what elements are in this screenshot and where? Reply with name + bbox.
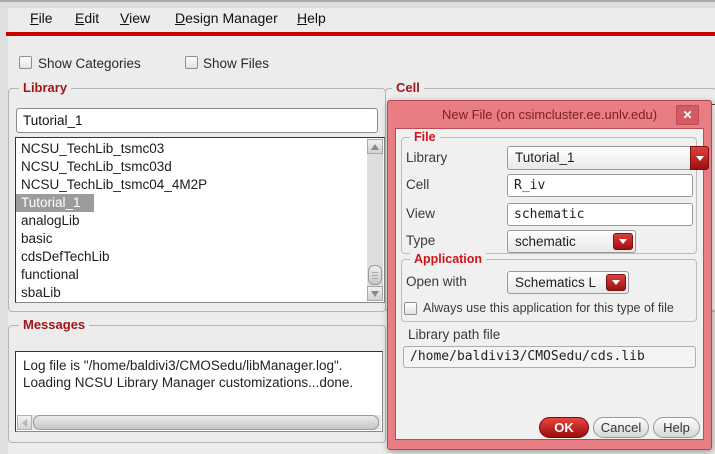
- view-input[interactable]: schematic: [507, 203, 693, 226]
- message-line: Log file is "/home/baldivi3/CMOSedu/libM…: [16, 357, 382, 374]
- scroll-left-button[interactable]: [17, 415, 32, 430]
- show-categories-checkbox[interactable]: [19, 56, 32, 69]
- library-list[interactable]: NCSU_TechLib_tsmc03 NCSU_TechLib_tsmc03d…: [15, 137, 385, 303]
- cell-field-label: Cell: [406, 177, 429, 192]
- open-with-combo-button[interactable]: [606, 274, 626, 291]
- library-field-label: Library: [406, 150, 447, 165]
- list-item[interactable]: NCSU_TechLib_tsmc03d: [16, 158, 367, 176]
- file-group-title: File: [410, 130, 440, 144]
- show-files-checkbox[interactable]: [185, 56, 198, 69]
- type-combo-button[interactable]: [613, 233, 633, 250]
- scroll-down-button[interactable]: [367, 286, 383, 301]
- dialog-content: File Library Tutorial_1 Cell R_iv View s…: [395, 128, 704, 440]
- menu-accent-line: [6, 32, 715, 36]
- window-left-frame: [0, 8, 8, 454]
- list-item[interactable]: functional: [16, 266, 367, 284]
- cell-panel-title: Cell: [392, 80, 424, 95]
- show-files-label: Show Files: [203, 56, 269, 71]
- messages-panel: Messages Log file is "/home/baldivi3/CMO…: [8, 325, 386, 443]
- list-item[interactable]: NCSU_TechLib_tsmc03: [16, 140, 367, 158]
- chevron-down-icon: [612, 280, 620, 285]
- library-panel-title: Library: [19, 80, 71, 95]
- always-use-checkbox[interactable]: [404, 302, 417, 315]
- close-button[interactable]: ✕: [676, 105, 699, 125]
- cell-input[interactable]: R_iv: [507, 174, 693, 197]
- messages-text-area[interactable]: Log file is "/home/baldivi3/CMOSedu/libM…: [15, 351, 383, 432]
- messages-scrollbar[interactable]: [17, 415, 381, 430]
- library-combo-button[interactable]: [690, 146, 709, 170]
- scrollbar-thumb[interactable]: [368, 265, 382, 285]
- chevron-down-icon: [619, 239, 627, 244]
- scroll-up-button[interactable]: [367, 139, 383, 154]
- open-with-label: Open with: [406, 274, 467, 289]
- library-scrollbar[interactable]: [367, 139, 383, 301]
- open-with-combo-value: Schematics L: [515, 272, 596, 293]
- application-group-title: Application: [410, 252, 486, 266]
- close-icon: ✕: [682, 108, 692, 122]
- chevron-down-icon: [696, 156, 704, 161]
- library-combo-value: Tutorial_1: [515, 147, 575, 169]
- library-list-items: NCSU_TechLib_tsmc03 NCSU_TechLib_tsmc03d…: [16, 140, 367, 302]
- menu-help[interactable]: Help: [297, 10, 326, 26]
- ok-button[interactable]: OK: [539, 417, 589, 438]
- chevron-down-icon: [371, 291, 379, 297]
- list-item[interactable]: analogLib: [16, 212, 367, 230]
- library-manager-window: File Edit View Design Manager Help Show …: [0, 0, 715, 454]
- open-with-combo[interactable]: Schematics L: [507, 271, 629, 294]
- library-path-field[interactable]: /home/baldivi3/CMOSedu/cds.lib: [403, 346, 696, 368]
- help-button[interactable]: Help: [653, 417, 700, 438]
- list-item[interactable]: sbaLib: [16, 284, 367, 302]
- menu-design-manager[interactable]: Design Manager: [175, 10, 278, 26]
- list-item[interactable]: Tutorial_1: [16, 194, 94, 212]
- dialog-title: New File (on csimcluster.ee.unlv.edu): [388, 101, 711, 128]
- menu-file[interactable]: File: [30, 10, 53, 26]
- type-combo[interactable]: schematic: [507, 230, 636, 253]
- list-item[interactable]: basic: [16, 230, 367, 248]
- always-use-label: Always use this application for this typ…: [423, 301, 674, 315]
- menu-edit[interactable]: Edit: [75, 10, 99, 26]
- chevron-up-icon: [371, 144, 379, 150]
- message-line: Loading NCSU Library Manager customizati…: [16, 374, 382, 391]
- view-field-label: View: [406, 206, 435, 221]
- new-file-dialog: New File (on csimcluster.ee.unlv.edu) ✕ …: [387, 100, 712, 450]
- list-item[interactable]: cdsDefTechLib: [16, 248, 367, 266]
- window-top-frame: [0, 0, 715, 8]
- chevron-left-icon: [22, 419, 27, 427]
- type-field-label: Type: [406, 233, 435, 248]
- library-panel: Library Tutorial_1 NCSU_TechLib_tsmc03 N…: [8, 88, 386, 312]
- messages-lines: Log file is "/home/baldivi3/CMOSedu/libM…: [16, 357, 382, 391]
- list-item[interactable]: NCSU_TechLib_tsmc04_4M2P: [16, 176, 367, 194]
- library-path-label: Library path file: [408, 327, 500, 342]
- show-categories-label: Show Categories: [38, 56, 141, 71]
- library-filter-input[interactable]: Tutorial_1: [16, 108, 378, 133]
- library-combo[interactable]: Tutorial_1: [507, 146, 709, 170]
- menu-view[interactable]: View: [120, 10, 150, 26]
- scrollbar-thumb[interactable]: [33, 415, 379, 430]
- messages-panel-title: Messages: [19, 317, 89, 332]
- type-combo-value: schematic: [515, 231, 576, 252]
- cancel-button[interactable]: Cancel: [593, 417, 649, 438]
